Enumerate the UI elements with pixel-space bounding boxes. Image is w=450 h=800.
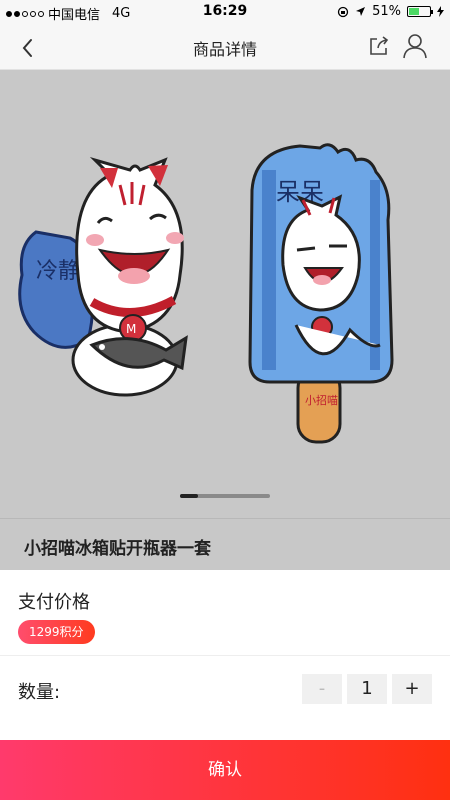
quantity-increase-button[interactable]: +: [392, 674, 432, 704]
share-button[interactable]: [366, 33, 392, 59]
price-badge: 1299积分: [18, 620, 95, 644]
user-button[interactable]: [401, 31, 429, 61]
quantity-label: 数量:: [18, 682, 61, 703]
price-label: 支付价格: [18, 592, 90, 613]
back-button[interactable]: [14, 34, 42, 62]
user-icon: [403, 34, 427, 59]
stick-glyph: 小招喵: [305, 393, 338, 407]
gallery-page-indicator: [180, 494, 270, 498]
quantity-decrease-button[interactable]: -: [302, 674, 342, 704]
svg-text:M: M: [126, 322, 136, 336]
product-image-gallery[interactable]: 冷静 M 小招喵 呆呆: [0, 70, 450, 518]
status-right: 51%: [337, 4, 444, 19]
gallery-page-indicator-thumb: [180, 494, 198, 498]
back-icon: [22, 39, 32, 57]
product-title-bar: 小招喵冰箱贴开瓶器一套: [0, 518, 450, 570]
charging-icon: [437, 6, 444, 17]
product-image: 冷静 M 小招喵 呆呆: [18, 143, 394, 444]
battery-percent: 51%: [372, 4, 401, 19]
rotation-lock-icon: [337, 6, 349, 17]
popsicle-magnet-right: 小招喵 呆呆: [248, 143, 394, 444]
cat-magnet-left: 冷静 M: [18, 156, 188, 397]
product-title: 小招喵冰箱贴开瓶器一套: [24, 539, 211, 559]
battery-icon: [407, 6, 433, 17]
nav-bar: 商品详情: [0, 24, 450, 70]
share-icon: [370, 36, 389, 55]
quantity-section: 数量: - 1 +: [0, 656, 450, 740]
price-section: 支付价格 1299积分: [0, 570, 450, 656]
confirm-button[interactable]: 确认: [0, 740, 450, 800]
status-bar: 中国电信 4G 16:29 51%: [0, 0, 450, 24]
seal-glyph-1: 冷静: [36, 259, 80, 284]
popsicle-glyph: 呆呆: [276, 178, 324, 206]
location-icon: [356, 7, 366, 16]
quantity-value[interactable]: 1: [347, 674, 387, 704]
